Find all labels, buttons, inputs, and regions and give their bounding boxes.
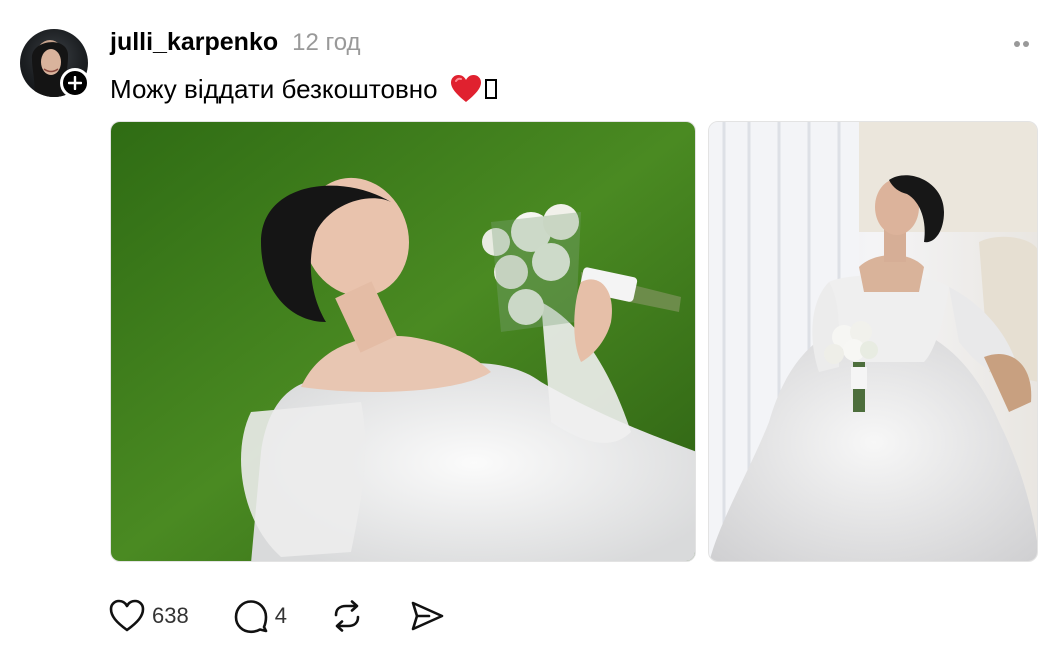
post-caption: Можу віддати безкоштовно	[110, 71, 497, 107]
like-count: 638	[152, 603, 189, 628]
post-timestamp[interactable]: 12 год	[292, 29, 360, 57]
author-avatar-wrap[interactable]	[20, 29, 90, 98]
post-photo-1[interactable]	[110, 121, 696, 562]
post-photo-2[interactable]	[708, 121, 1038, 562]
follow-button[interactable]	[60, 68, 90, 98]
plus-icon	[68, 76, 82, 90]
repost-button[interactable]	[329, 598, 365, 634]
like-button[interactable]: 638	[108, 598, 189, 634]
send-icon	[411, 601, 444, 631]
post-actions: 638 4	[108, 594, 445, 638]
repost-icon	[334, 600, 360, 632]
caption-text: Можу віддати безкоштовно	[110, 73, 438, 104]
comment-button[interactable]: 4	[233, 598, 287, 634]
missing-glyph-box	[484, 79, 497, 99]
photo-bride-sitting-by-window	[709, 122, 1037, 561]
username-link[interactable]: julli_karpenko	[110, 28, 278, 57]
comment-count: 4	[274, 603, 287, 628]
photo-bride-lying-on-grass	[111, 122, 695, 561]
red-heart-icon	[450, 75, 481, 102]
post-header: julli_karpenko 12 год	[110, 28, 361, 62]
heart-outline-icon	[109, 599, 145, 632]
more-dots-icon	[1014, 41, 1029, 47]
more-options-button[interactable]	[1010, 32, 1042, 56]
comment-bubble-icon	[234, 600, 268, 634]
share-button[interactable]	[409, 598, 445, 634]
